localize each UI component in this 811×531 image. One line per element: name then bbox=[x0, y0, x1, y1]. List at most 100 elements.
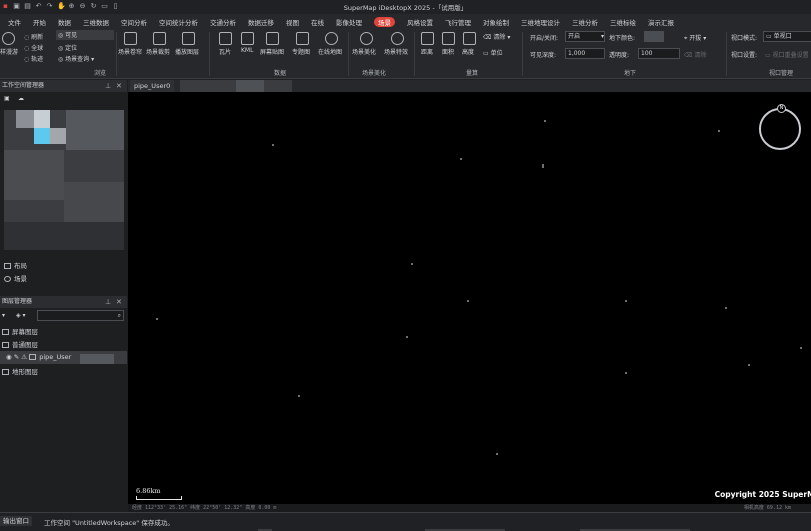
menu-tab-flight[interactable]: 飞行管理 bbox=[445, 17, 471, 27]
navigation-compass[interactable]: N bbox=[759, 104, 801, 150]
document-tabs: pipe_User0 bbox=[128, 80, 811, 92]
star bbox=[411, 263, 413, 265]
coordinate-readout: 经度 112°33' 25.16" 纬度 22°50' 12.32" 高度 0.… bbox=[132, 505, 277, 511]
menu-tab-traffic[interactable]: 交通分析 bbox=[210, 17, 236, 27]
menu-tab-file[interactable]: 文件 bbox=[8, 17, 21, 27]
menu-bar: 文件 开始 数据 三维数据 空间分析 空间统计分析 交通分析 数据迁移 视图 在… bbox=[0, 14, 811, 29]
viewport-mode-select[interactable]: ▭ 单视口 bbox=[763, 31, 811, 42]
edit-icon[interactable]: ⚠ bbox=[21, 353, 27, 361]
menu-tab-style[interactable]: 风格设置 bbox=[407, 17, 433, 27]
clear-underground-label: 清除 bbox=[694, 52, 707, 59]
blurred-block bbox=[4, 222, 124, 250]
tree-item-layout[interactable]: 布局 bbox=[4, 260, 27, 270]
clear-measure-button[interactable]: ⌫ 清除 ▾ bbox=[483, 32, 510, 41]
menu-tab-3d-analysis[interactable]: 三维分析 bbox=[572, 17, 598, 27]
kml-button[interactable]: KML bbox=[241, 47, 253, 54]
scene-roam-button[interactable]: 样漫游 bbox=[0, 47, 18, 56]
tree-item-label: 场景 bbox=[14, 275, 27, 283]
globe-button[interactable]: ◌ 全球 bbox=[24, 43, 43, 52]
unit-button[interactable]: ▭ 单位 bbox=[483, 48, 503, 57]
tree-item-scene[interactable]: 场景 bbox=[4, 273, 27, 283]
tab-scene-pipe-user[interactable]: pipe_User0 bbox=[130, 80, 175, 92]
star bbox=[406, 336, 408, 338]
menu-tab-presentation[interactable]: 演示汇报 bbox=[648, 17, 674, 27]
layer-filter-icon[interactable]: ◈ ▾ bbox=[16, 312, 26, 319]
pin-icon[interactable]: ⊥ bbox=[105, 80, 111, 92]
scale-bar-label: 6.86km bbox=[136, 487, 161, 495]
scene-clip-button[interactable]: 场景裁剪 bbox=[146, 47, 170, 56]
scene-query-button[interactable]: ◎ 场景查询 ▾ bbox=[58, 54, 94, 63]
select-icon[interactable]: ✎ bbox=[14, 353, 19, 361]
blurred-block bbox=[80, 354, 114, 364]
group-label-measure: 量算 bbox=[466, 70, 479, 77]
menu-tab-3d-design[interactable]: 三维地理设计 bbox=[521, 17, 560, 27]
menu-tab-imagery[interactable]: 影像处理 bbox=[336, 17, 362, 27]
menu-tab-online[interactable]: 在线 bbox=[311, 17, 324, 27]
unit-label: 单位 bbox=[490, 50, 503, 57]
height-button[interactable]: 高度 bbox=[462, 47, 474, 56]
tile-button[interactable]: 瓦片 bbox=[219, 47, 231, 56]
layer-search-input[interactable]: ⌕ bbox=[37, 310, 124, 321]
track-button[interactable]: ◌ 轨迹 bbox=[24, 54, 43, 63]
pin-icon[interactable]: ⊥ bbox=[105, 296, 111, 308]
toggle-label: 开拔 bbox=[689, 35, 702, 42]
menu-tab-spatial-analysis[interactable]: 空间分析 bbox=[121, 17, 147, 27]
underground-color-picker[interactable] bbox=[644, 31, 664, 42]
menu-tab-migration[interactable]: 数据迁移 bbox=[248, 17, 274, 27]
area-icon bbox=[442, 32, 455, 45]
menu-tab-draw[interactable]: 对象绘制 bbox=[483, 17, 509, 27]
area-button[interactable]: 面积 bbox=[442, 47, 454, 56]
close-icon[interactable]: ✕ bbox=[116, 296, 122, 308]
menu-tab-data[interactable]: 数据 bbox=[58, 17, 71, 27]
thematic-button[interactable]: 专题图 bbox=[292, 47, 310, 56]
refresh-button[interactable]: ◌ 刷新 bbox=[24, 32, 43, 41]
blurred-block bbox=[64, 182, 124, 222]
menu-tab-home[interactable]: 开始 bbox=[33, 17, 46, 27]
menu-tab-spatial-stats[interactable]: 空间统计分析 bbox=[159, 17, 198, 27]
layer-style-dropdown[interactable]: ▾ bbox=[2, 312, 5, 319]
opacity-input[interactable]: 100 bbox=[638, 48, 680, 59]
scene-beautify-button[interactable]: 场景美化 bbox=[352, 47, 376, 56]
star bbox=[156, 318, 158, 320]
viewport-overlap-button[interactable]: ▭ 视口重叠设置 bbox=[765, 50, 809, 59]
scene-camera-button[interactable]: 场景卷帘 bbox=[118, 47, 142, 56]
tree-item-pipe-user[interactable]: ◉ ✎ ⚠ pipe_User bbox=[6, 353, 71, 361]
menu-tab-3d-plot[interactable]: 三维标绘 bbox=[610, 17, 636, 27]
close-icon[interactable]: ✕ bbox=[116, 80, 122, 92]
tree-item-terrain-layer[interactable]: 地形图层 bbox=[2, 366, 38, 376]
scene-roam-icon[interactable] bbox=[2, 32, 15, 45]
screen-tile-button[interactable]: 屏幕贴图 bbox=[260, 47, 284, 56]
terrain-layer-icon bbox=[2, 369, 9, 375]
model-layer-icon bbox=[29, 354, 37, 360]
menu-tab-view[interactable]: 视图 bbox=[286, 17, 299, 27]
menu-tab-3d-data[interactable]: 三维数据 bbox=[83, 17, 109, 27]
eye-icon[interactable]: ◉ bbox=[6, 353, 12, 361]
scale-bar: 6.86km bbox=[136, 487, 182, 500]
tree-item-screen-layer[interactable]: 屏幕图层 bbox=[2, 326, 38, 336]
underground-onoff-select[interactable]: 开启 ▾ bbox=[565, 31, 605, 42]
menu-tab-scene[interactable]: 场景 bbox=[374, 16, 395, 27]
tree-item-normal-layer[interactable]: 普通图层 bbox=[2, 339, 38, 349]
online-map-button[interactable]: 在线地图 bbox=[318, 47, 342, 56]
star bbox=[467, 300, 469, 302]
star bbox=[748, 364, 750, 366]
distance-button[interactable]: 距离 bbox=[421, 47, 433, 56]
ribbon-divider bbox=[522, 32, 523, 76]
group-label-data: 数据 bbox=[274, 70, 287, 77]
visible-button[interactable]: ◎ 可见 bbox=[56, 30, 114, 40]
scene-effect-icon bbox=[391, 32, 404, 45]
play-layer-button[interactable]: 播放图层 bbox=[175, 47, 199, 56]
locate-button[interactable]: ◎ 定位 bbox=[58, 43, 77, 52]
clear-measure-label: 清除 bbox=[493, 34, 506, 41]
layout-icon bbox=[4, 263, 11, 269]
clear-underground-button[interactable]: ⌫ 清除 bbox=[684, 50, 706, 59]
scene-view[interactable]: N 6.86km Copyright 2025 SuperMap bbox=[128, 92, 811, 504]
toggle-button[interactable]: ⌖ 开拔 ▾ bbox=[684, 33, 706, 43]
output-window-tab[interactable]: 输出窗口 bbox=[0, 516, 32, 526]
tree-item-label: pipe_User bbox=[39, 353, 72, 361]
visible-depth-input[interactable]: 1,000 bbox=[565, 48, 605, 59]
scene-effect-button[interactable]: 场景特效 bbox=[384, 47, 408, 56]
viewport-mode-value: 单视口 bbox=[773, 33, 792, 40]
star bbox=[542, 166, 544, 168]
workspace-db-icon: ▣ bbox=[4, 95, 10, 102]
